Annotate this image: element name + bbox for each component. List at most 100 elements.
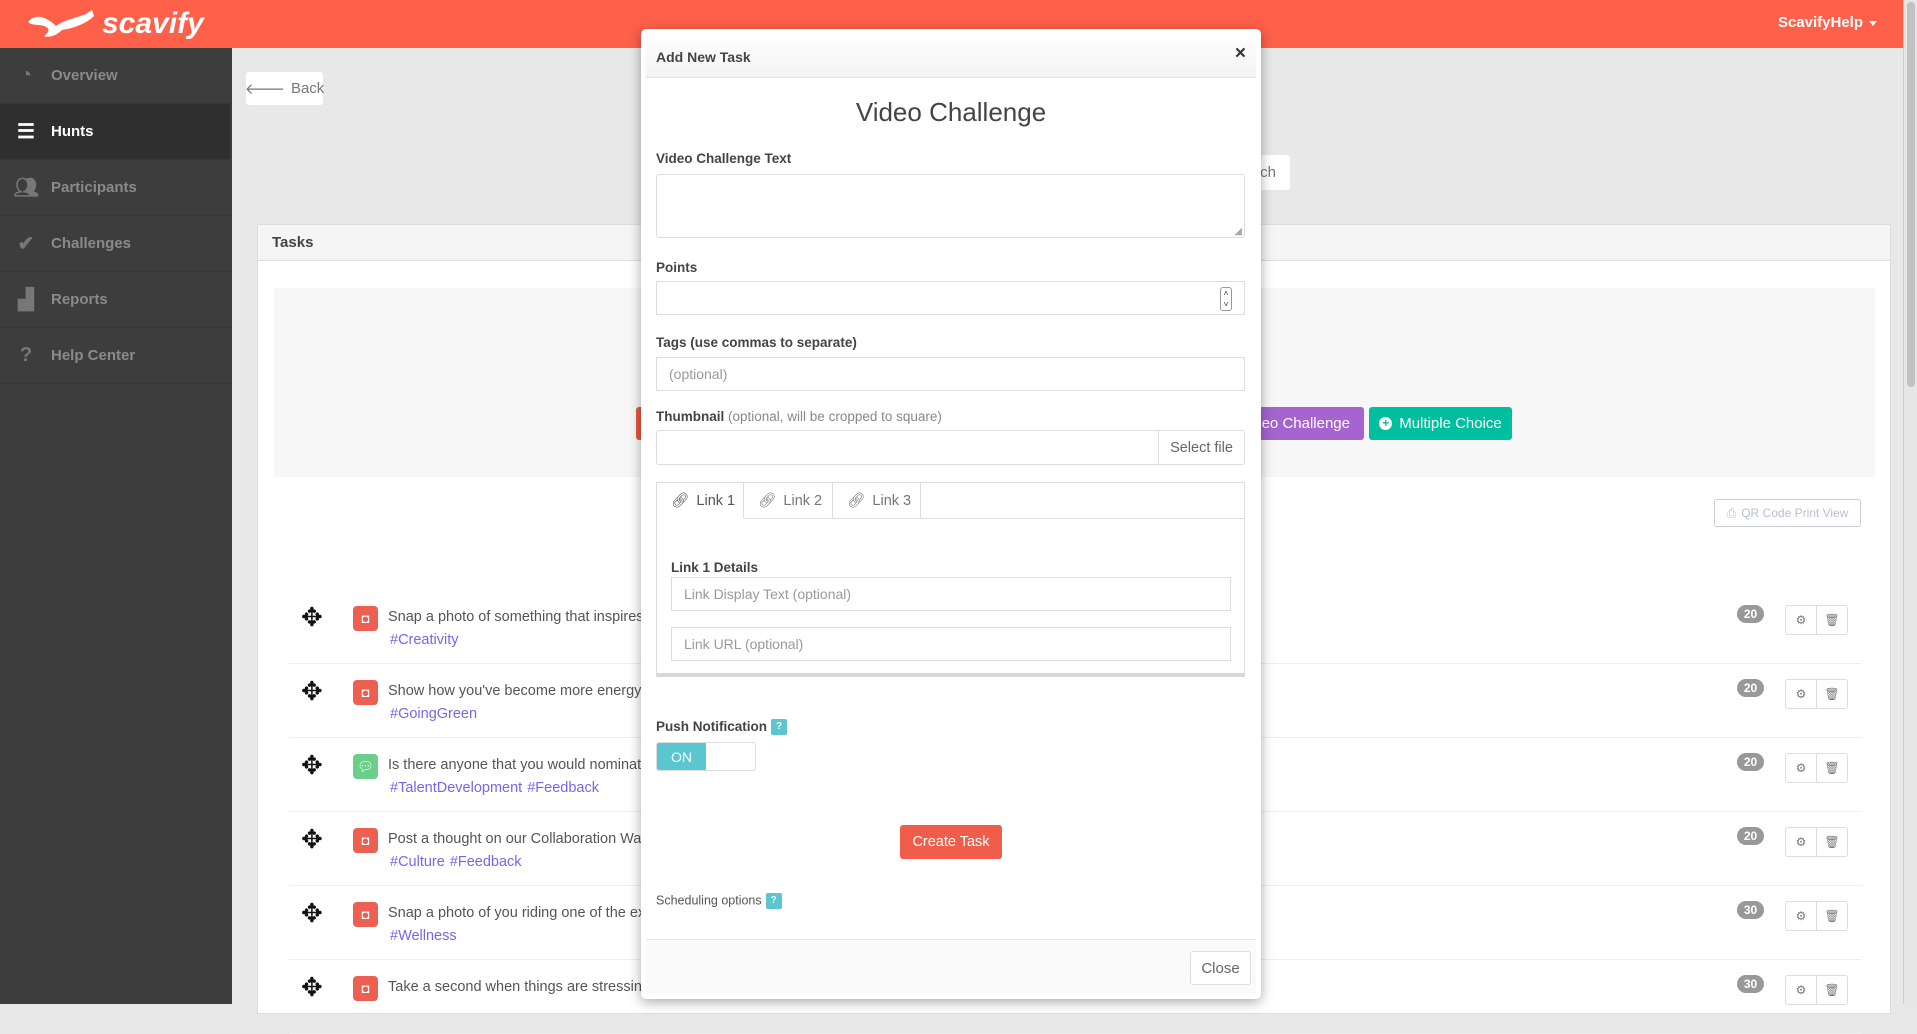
link-display-text-input[interactable]: Link Display Text (optional) <box>671 577 1231 611</box>
task-actions: ⚙ 🗑︎ <box>1785 753 1848 783</box>
points-label: Points <box>656 260 698 275</box>
camera-icon: ◘ <box>353 828 378 853</box>
task-actions: ⚙ 🗑︎ <box>1785 975 1848 1005</box>
trash-icon[interactable]: 🗑︎ <box>1816 606 1847 634</box>
toggle-on-label: ON <box>657 743 706 770</box>
move-icon[interactable]: ✥ <box>301 604 323 630</box>
qr-code-print-view-button[interactable]: ⎙ QR Code Print View <box>1714 499 1861 527</box>
tab-link-2[interactable]: 🔗︎ Link 2 <box>744 483 833 519</box>
user-menu[interactable]: ScavifyHelp <box>1778 14 1877 31</box>
settings-gear-icon[interactable]: ⚙ <box>1786 976 1816 1004</box>
camera-icon: ◘ <box>353 976 378 1001</box>
add-multiple-choice-button[interactable]: + Multiple Choice <box>1369 407 1512 440</box>
link-url-placeholder: Link URL (optional) <box>684 636 804 652</box>
points-badge: 20 <box>1737 827 1764 845</box>
link-url-input[interactable]: Link URL (optional) <box>671 627 1231 661</box>
back-button[interactable]: 🡐 Back <box>244 72 324 105</box>
link-text-placeholder: Link Display Text (optional) <box>684 586 852 602</box>
trash-icon[interactable]: 🗑︎ <box>1816 754 1847 782</box>
page-scrollbar[interactable] <box>1903 0 1917 1004</box>
scheduling-options-link[interactable]: Scheduling options <box>656 893 762 907</box>
task-text: Snap a photo of you riding one of the ex… <box>388 905 654 921</box>
task-actions: ⚙ 🗑︎ <box>1785 605 1848 635</box>
task-tag[interactable]: #GoingGreen <box>390 706 477 722</box>
modal-footer: Close <box>646 939 1256 994</box>
task-tag[interactable]: #Wellness <box>390 928 457 944</box>
caret-down-icon <box>1869 20 1877 26</box>
settings-gear-icon[interactable]: ⚙ <box>1786 902 1816 930</box>
trash-icon[interactable]: 🗑︎ <box>1816 976 1847 1004</box>
link-icon: 🔗︎ <box>758 493 777 509</box>
trash-icon[interactable]: 🗑︎ <box>1816 828 1847 856</box>
user-name: ScavifyHelp <box>1777 14 1863 31</box>
settings-gear-icon[interactable]: ⚙ <box>1786 680 1816 708</box>
sidebar-item-hunts[interactable]: ☰ Hunts <box>0 104 230 160</box>
modal-close-icon[interactable]: × <box>1235 43 1246 65</box>
sidebar-item-help-center[interactable]: ? Help Center <box>0 328 230 384</box>
tags-label: Tags (use commas to separate) <box>656 335 857 350</box>
task-text: Snap a photo of something that inspires … <box>388 609 655 625</box>
task-tags: #TalentDevelopment #Feedback <box>390 780 604 796</box>
select-file-button[interactable]: Select file <box>1158 431 1244 464</box>
brand-name: scavify <box>102 7 204 40</box>
move-icon[interactable]: ✥ <box>301 900 323 926</box>
task-tag[interactable]: #Culture <box>390 854 445 870</box>
points-input[interactable]: ˄ ˅ <box>656 281 1245 315</box>
tab-label: Link 2 <box>783 492 823 509</box>
scheduling-help-icon[interactable]: ? <box>765 893 782 909</box>
camera-icon: ◘ <box>353 902 378 927</box>
move-icon[interactable]: ✥ <box>301 752 323 778</box>
push-help-icon[interactable]: ? <box>771 719 787 736</box>
trash-icon[interactable]: 🗑︎ <box>1816 902 1847 930</box>
move-icon[interactable]: ✥ <box>301 678 323 704</box>
resize-handle-icon[interactable]: ◢ <box>1234 226 1242 237</box>
task-text: Take a second when things are stressing <box>388 979 650 995</box>
task-actions: ⚙ 🗑︎ <box>1785 679 1848 709</box>
task-tag[interactable]: #Feedback <box>527 780 599 796</box>
question-circle-icon: ? <box>19 344 33 366</box>
link-details-heading: Link 1 Details <box>671 560 759 575</box>
sidebar-item-reports[interactable]: ▟ Reports <box>0 272 230 328</box>
points-badge: 20 <box>1737 679 1764 697</box>
camera-icon: ◘ <box>353 606 378 631</box>
settings-gear-icon[interactable]: ⚙ <box>1786 606 1816 634</box>
bar-chart-icon: ▟ <box>18 289 34 311</box>
close-button[interactable]: Close <box>1190 951 1251 985</box>
logo[interactable]: scavify <box>26 4 204 44</box>
tab-link-1[interactable]: 🔗︎ Link 1 <box>657 483 744 519</box>
push-notification-toggle[interactable]: ON <box>656 742 756 771</box>
task-tag[interactable]: #TalentDevelopment <box>390 780 522 796</box>
task-tags: #Culture #Feedback <box>390 854 527 870</box>
move-icon[interactable]: ✥ <box>301 974 323 1000</box>
sidebar-label: Participants <box>51 179 137 196</box>
tags-input[interactable]: (optional) <box>656 357 1245 391</box>
scrollbar-thumb[interactable] <box>1907 2 1915 387</box>
task-tag[interactable]: #Feedback <box>450 854 522 870</box>
link-tabs: 🔗︎ Link 1 🔗︎ Link 2 🔗︎ Link 3 Link 1 Detail… <box>656 482 1245 677</box>
settings-gear-icon[interactable]: ⚙ <box>1786 828 1816 856</box>
settings-gear-icon[interactable]: ⚙ <box>1786 754 1816 782</box>
sidebar-item-participants[interactable]: 👥︎ Participants <box>0 160 230 216</box>
arrow-left-icon: 🡐 <box>244 81 285 98</box>
task-tag[interactable]: #Creativity <box>390 632 459 648</box>
trash-icon[interactable]: 🗑︎ <box>1816 680 1847 708</box>
dashboard-icon: ◔ <box>19 64 33 86</box>
sidebar-item-overview[interactable]: ◔ Overview <box>0 48 230 104</box>
tab-label: Link 1 <box>696 492 736 509</box>
task-tags: #GoingGreen <box>390 706 482 722</box>
video-text-textarea[interactable]: ◢ <box>656 174 1245 238</box>
tab-link-3[interactable]: 🔗︎ Link 3 <box>833 483 921 519</box>
move-icon[interactable]: ✥ <box>301 826 323 852</box>
modal-header: Add New Task × <box>646 34 1256 78</box>
link-icon: 🔗︎ <box>847 493 866 509</box>
sidebar: ◔ Overview ☰ Hunts 👥︎ Participants ✔ Challen… <box>0 48 232 1004</box>
sidebar-item-challenges[interactable]: ✔ Challenges <box>0 216 230 272</box>
create-task-button[interactable]: Create Task <box>900 825 1002 859</box>
thumbnail-file-input[interactable]: Select file <box>656 430 1245 465</box>
points-badge: 30 <box>1737 901 1764 919</box>
task-tags: #Creativity <box>390 632 464 648</box>
sidebar-label: Challenges <box>51 235 132 252</box>
plus-circle-icon: + <box>1379 417 1393 430</box>
camera-icon: ◘ <box>353 680 378 705</box>
points-stepper[interactable]: ˄ ˅ <box>1220 287 1232 311</box>
